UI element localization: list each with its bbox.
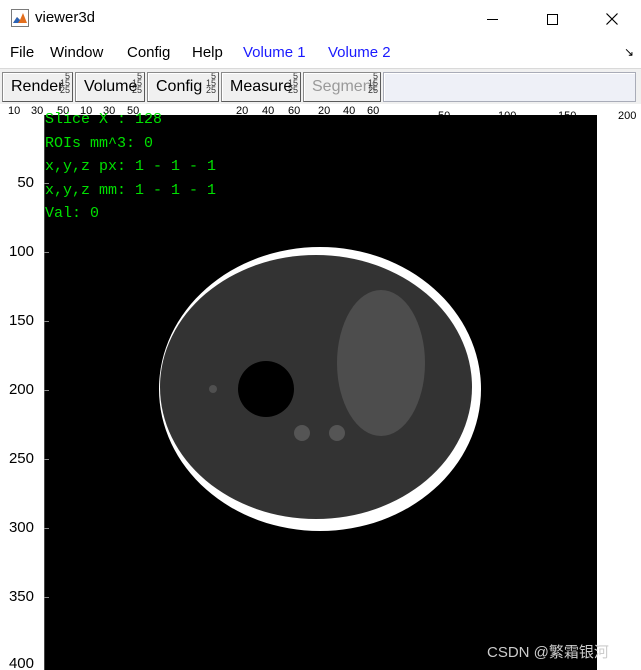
menu-config[interactable]: Config bbox=[127, 44, 170, 61]
phantom-bright-ellipse bbox=[337, 290, 425, 436]
y-tick-label: 250 bbox=[8, 450, 34, 467]
tab-measure-label: Measure bbox=[230, 78, 293, 95]
tab-segment: Segment 5 15 25 bbox=[303, 72, 381, 102]
tab-render[interactable]: Render 5 15 25 bbox=[2, 72, 73, 102]
phantom-brain-tissue bbox=[160, 255, 472, 519]
value-readout: Val: 0 bbox=[45, 205, 100, 222]
phantom-small-dot bbox=[294, 425, 310, 441]
minimize-icon bbox=[486, 18, 498, 20]
csdn-watermark: CSDN @繁霜银河 bbox=[487, 644, 609, 661]
y-tick-label: 100 bbox=[8, 243, 34, 260]
phantom-small-dot bbox=[209, 385, 217, 393]
maximize-button[interactable] bbox=[522, 0, 582, 38]
title-bar: viewer3d bbox=[0, 0, 641, 38]
tab-scale-labels: 5 15 25 bbox=[60, 72, 71, 95]
xyz-px-readout: x,y,z px: 1 - 1 - 1 bbox=[45, 158, 217, 175]
y-tick-mark bbox=[44, 390, 49, 391]
y-tick-label: 300 bbox=[8, 519, 34, 536]
y-tick-label: 350 bbox=[8, 588, 34, 605]
phantom-small-dot bbox=[329, 425, 345, 441]
minimize-button[interactable] bbox=[462, 0, 522, 38]
tab-scale-labels: 5 15 25 bbox=[206, 72, 217, 95]
y-tick-mark bbox=[44, 321, 49, 322]
tab-measure[interactable]: Measure 5 15 25 bbox=[221, 72, 301, 102]
tab-scale-labels: 5 15 25 bbox=[368, 72, 379, 95]
window-title: viewer3d bbox=[35, 9, 96, 26]
close-button[interactable] bbox=[582, 0, 641, 38]
tab-volume[interactable]: Volume 5 15 25 bbox=[75, 72, 145, 102]
y-tick-mark bbox=[44, 528, 49, 529]
y-tick-label: 50 bbox=[17, 174, 34, 191]
mini-tick-label: 30 bbox=[31, 105, 44, 117]
xyz-mm-readout: x,y,z mm: 1 - 1 - 1 bbox=[45, 182, 217, 199]
close-icon bbox=[606, 13, 618, 25]
menu-overflow-arrow-icon[interactable]: ↘ bbox=[624, 45, 634, 59]
tab-strip-empty bbox=[383, 72, 636, 102]
tab-config[interactable]: Config 5 15 25 bbox=[147, 72, 219, 102]
menu-file[interactable]: File bbox=[10, 44, 34, 61]
matlab-figure-icon bbox=[11, 9, 29, 27]
y-tick-label: 150 bbox=[8, 312, 34, 329]
tab-config-label: Config bbox=[156, 78, 203, 95]
menu-window[interactable]: Window bbox=[50, 44, 103, 61]
menu-volume-1[interactable]: Volume 1 bbox=[243, 44, 306, 61]
menu-help[interactable]: Help bbox=[192, 44, 223, 61]
tab-toolbar: Render 5 15 25 Volume 5 15 25 Config 5 15 25 M… bbox=[0, 68, 641, 104]
menu-volume-2[interactable]: Volume 2 bbox=[328, 44, 391, 61]
y-tick-mark bbox=[44, 597, 49, 598]
y-tick-mark bbox=[44, 252, 49, 253]
phantom-dark-circle bbox=[238, 361, 294, 417]
x-tick-label: 200 bbox=[618, 110, 637, 122]
slice-readout: Slice X : 128 bbox=[45, 111, 163, 128]
tab-render-label: Render bbox=[11, 78, 64, 95]
tab-volume-label: Volume bbox=[84, 78, 138, 95]
tab-scale-labels: 5 15 25 bbox=[132, 72, 143, 95]
y-tick-label: 200 bbox=[8, 381, 34, 398]
maximize-icon bbox=[546, 13, 558, 25]
tab-segment-label: Segment bbox=[312, 78, 377, 95]
menu-bar: File Window Config Help Volume 1 Volume … bbox=[0, 38, 641, 68]
tab-scale-labels: 5 15 25 bbox=[288, 72, 299, 95]
mini-tick-label: 10 bbox=[8, 105, 21, 117]
y-tick-mark bbox=[44, 459, 49, 460]
rois-readout: ROIs mm^3: 0 bbox=[45, 135, 154, 152]
y-tick-label: 400 bbox=[8, 655, 34, 670]
